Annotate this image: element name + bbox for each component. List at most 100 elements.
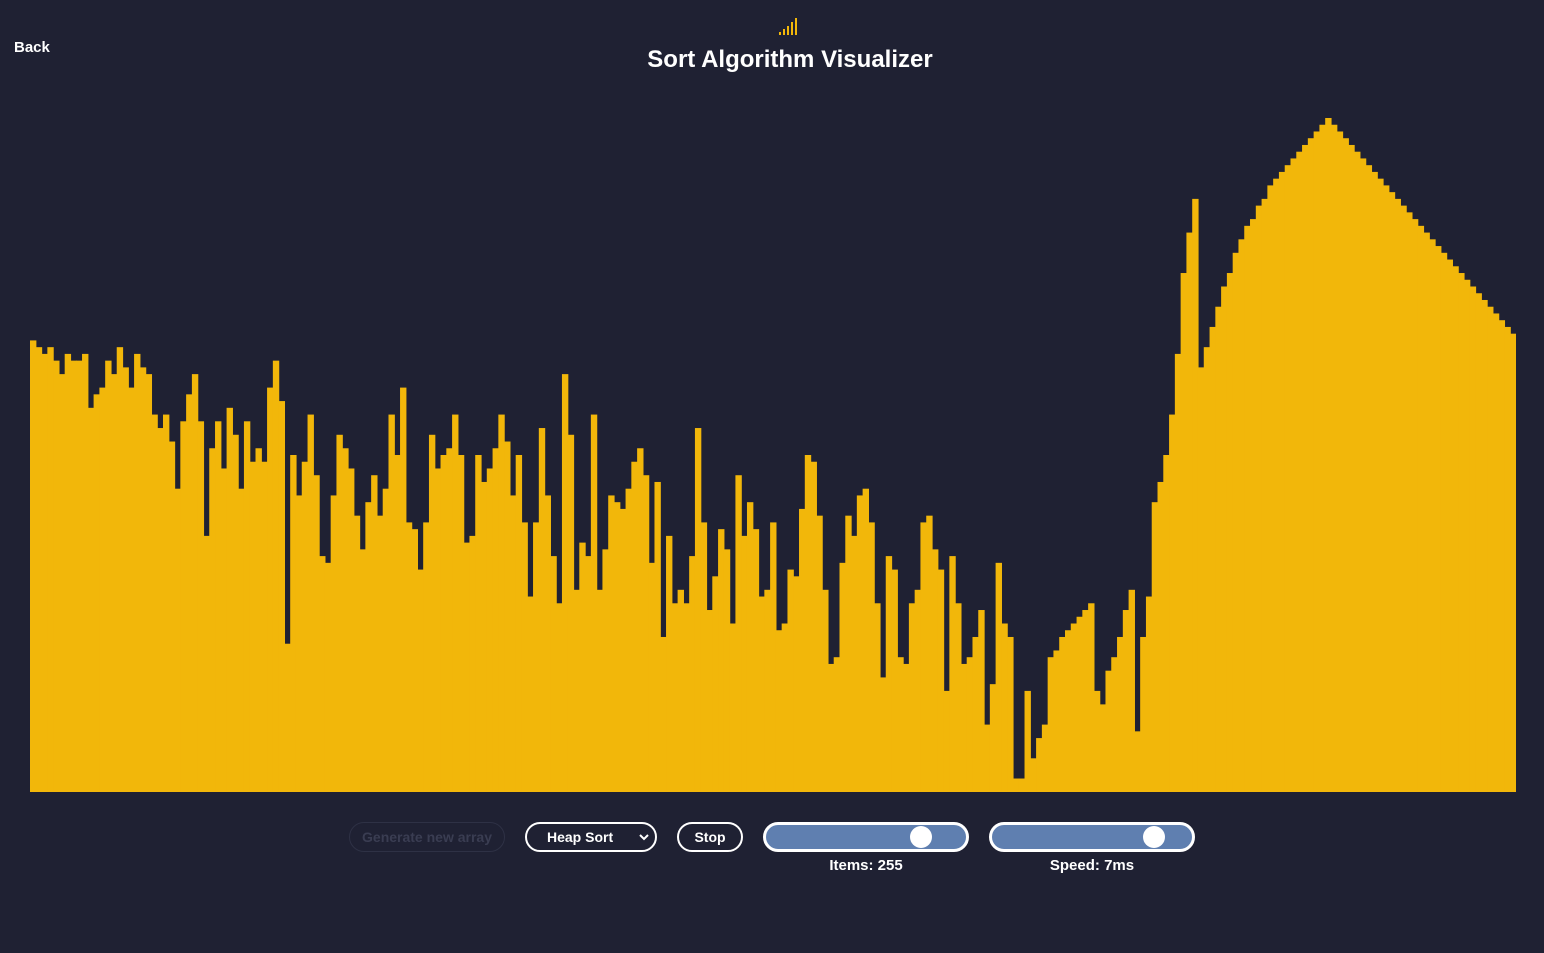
array-bar xyxy=(180,421,187,792)
array-bar xyxy=(1122,610,1130,792)
array-bar xyxy=(799,508,806,792)
array-bar xyxy=(35,347,43,792)
array-bar xyxy=(1481,299,1488,792)
generate-array-button[interactable]: Generate new array xyxy=(349,822,505,852)
array-bar xyxy=(1406,212,1413,792)
array-bar xyxy=(926,515,933,792)
array-bar xyxy=(1197,367,1205,792)
array-bar xyxy=(1203,347,1211,792)
array-bar xyxy=(220,468,228,792)
items-slider[interactable] xyxy=(763,822,969,852)
array-bar xyxy=(1180,273,1188,792)
array-bar xyxy=(1151,502,1159,792)
array-bar xyxy=(313,475,320,792)
array-bar xyxy=(509,495,517,792)
array-bar xyxy=(1215,306,1222,792)
array-bar xyxy=(1284,165,1292,792)
array-bar xyxy=(382,488,390,792)
array-bar xyxy=(822,589,829,792)
array-bar xyxy=(64,353,72,792)
array-bar xyxy=(538,428,546,792)
array-bar xyxy=(1088,603,1095,792)
array-bar xyxy=(1435,246,1442,792)
array-bar xyxy=(989,684,997,792)
array-bar xyxy=(1059,636,1066,792)
array-bar xyxy=(423,522,430,792)
array-bar xyxy=(1024,690,1031,792)
array-bar xyxy=(793,576,800,792)
array-bar xyxy=(110,374,118,792)
array-bar xyxy=(851,535,858,792)
array-bar xyxy=(978,610,985,792)
array-bar xyxy=(457,455,465,792)
array-bar xyxy=(1030,758,1037,792)
array-bar xyxy=(642,475,650,792)
array-bar xyxy=(590,414,598,792)
array-bar xyxy=(1105,670,1112,792)
array-bar xyxy=(787,569,794,792)
array-bar xyxy=(781,623,789,792)
array-bar xyxy=(556,603,563,792)
array-bar xyxy=(660,636,667,792)
array-bar xyxy=(1082,610,1089,792)
array-bar xyxy=(1076,616,1083,792)
speed-slider-thumb[interactable] xyxy=(1143,826,1166,848)
array-bar xyxy=(1487,306,1494,792)
array-bar xyxy=(1325,118,1332,792)
array-bar xyxy=(960,663,968,792)
array-bar xyxy=(1278,171,1286,792)
array-bar xyxy=(319,556,326,792)
array-bar xyxy=(810,461,817,792)
array-bar xyxy=(498,414,505,792)
algorithm-select[interactable]: Heap Sort xyxy=(525,822,657,852)
speed-slider[interactable] xyxy=(989,822,1195,852)
array-bar xyxy=(1475,293,1482,792)
array-bar xyxy=(868,522,875,792)
array-bar xyxy=(47,347,54,792)
array-bar xyxy=(1492,313,1500,792)
array-bar xyxy=(677,589,684,792)
array-bar xyxy=(654,481,661,792)
array-bar xyxy=(1192,198,1199,792)
array-bar xyxy=(845,515,852,792)
array-bar xyxy=(428,434,436,792)
array-bar xyxy=(735,475,742,792)
array-bar xyxy=(1446,259,1453,792)
stop-button[interactable]: Stop xyxy=(677,822,743,852)
array-bar xyxy=(833,657,841,792)
array-bar xyxy=(752,529,760,792)
array-bar xyxy=(1429,239,1436,792)
array-bar xyxy=(1423,232,1430,792)
array-bar xyxy=(1226,273,1234,792)
array-bar xyxy=(1510,333,1516,792)
array-bar xyxy=(984,724,991,792)
array-bar xyxy=(596,589,604,792)
array-bar xyxy=(1417,225,1425,792)
array-bar xyxy=(203,535,210,792)
array-bar xyxy=(452,414,459,792)
array-bar xyxy=(1336,131,1344,792)
signal-bars-icon xyxy=(779,18,797,35)
array-bar xyxy=(1261,198,1268,792)
array-bar xyxy=(706,610,713,792)
array-bar xyxy=(972,636,979,792)
array-bar xyxy=(1290,158,1297,792)
array-bar xyxy=(897,657,904,792)
array-bar xyxy=(775,630,783,792)
array-bar xyxy=(105,360,112,792)
array-bar xyxy=(400,387,407,792)
array-bar xyxy=(342,448,349,792)
array-bar xyxy=(1498,320,1506,792)
array-bar xyxy=(469,535,476,792)
items-slider-thumb[interactable] xyxy=(910,826,933,848)
array-bar xyxy=(139,367,147,792)
items-label: Items: 255 xyxy=(829,857,903,874)
array-bar xyxy=(151,414,158,792)
array-bar xyxy=(353,515,361,792)
array-bar xyxy=(1377,178,1384,792)
array-bar xyxy=(671,603,679,792)
array-bar xyxy=(481,481,488,792)
array-bar xyxy=(1117,636,1124,792)
array-bar xyxy=(174,488,181,792)
array-bar xyxy=(585,556,592,792)
